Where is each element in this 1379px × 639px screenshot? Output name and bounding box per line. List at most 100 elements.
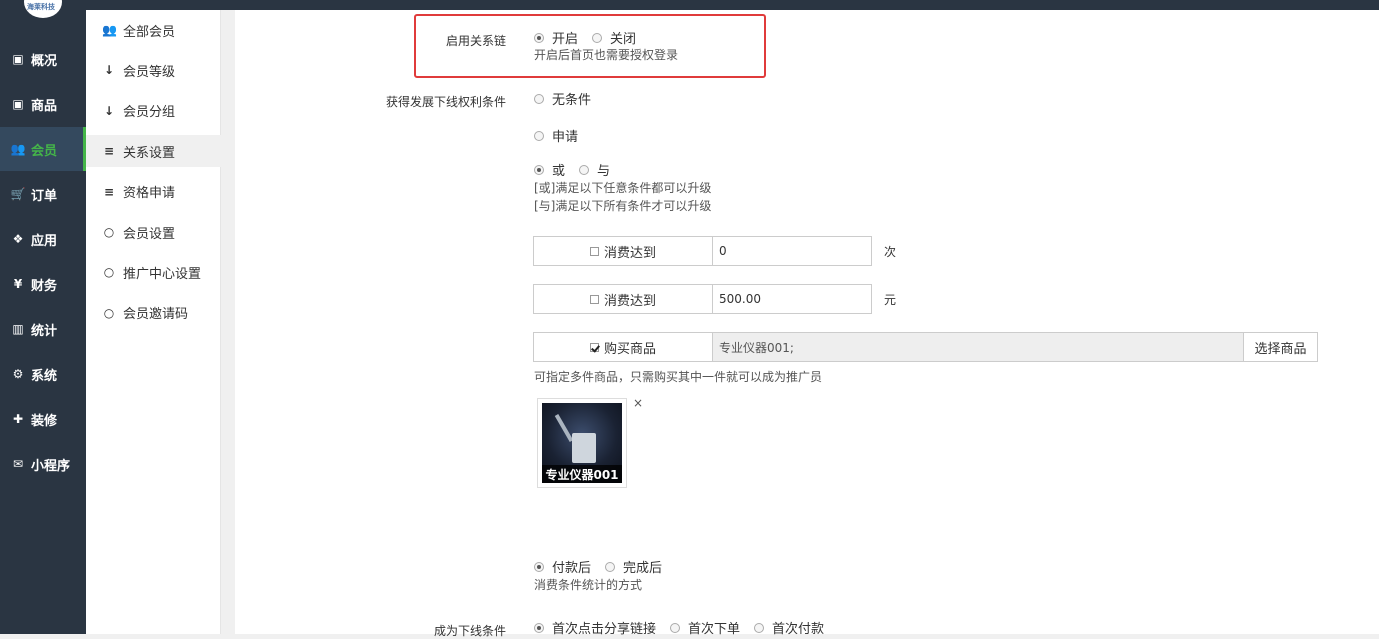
dashboard-icon: ▣ [12,52,24,66]
circle-icon: ○ [103,305,115,320]
chart-icon: ▥ [12,322,24,336]
condition-goods-label: 购买商品 [603,341,656,357]
sub-item-label: 会员邀请码 [123,307,189,323]
logic-and-radio[interactable] [579,164,590,175]
after-complete-radio[interactable] [605,561,616,572]
after-payment-radio[interactable] [534,561,544,572]
nav-item-8[interactable]: ✚ 装修 [0,397,86,441]
develop-none-option[interactable]: 无条件 [534,89,591,108]
sub-item-label: 关系设置 [123,145,176,161]
relation-chain-on-label[interactable]: 开启 [552,28,578,47]
nav-item-4[interactable]: ❖ 应用 [0,217,86,261]
relation-chain-off-label[interactable]: 关闭 [610,28,636,47]
consume-timing-hint: 消费条件统计的方式 [534,578,643,592]
condition-count-input[interactable]: 0 [713,236,872,266]
develop-none-radio[interactable] [534,93,544,104]
nav-item-label: 装修 [31,413,58,429]
remove-goods-icon[interactable]: × [633,396,643,410]
downline-condition-label: 成为下线条件 [433,624,506,638]
selected-goods-field: 专业仪器001; [713,332,1244,362]
develop-condition-label: 获得发展下线权利条件 [385,95,506,109]
nav-item-label: 系统 [31,368,58,384]
nav-item-9[interactable]: ✉ 小程序 [0,442,86,486]
develop-apply-radio[interactable] [534,130,544,141]
sub-item-7[interactable]: ○ 会员邀请码 [86,297,221,329]
sub-item-label: 推广中心设置 [123,266,202,282]
sort-alpha-icon: ↓ [103,103,115,118]
users-icon: 👥 [10,142,26,156]
nav-item-label: 订单 [31,188,58,204]
nav-item-2[interactable]: 👥 会员 [0,127,86,171]
logo[interactable]: 海莱科技 [24,0,62,18]
yen-icon: ¥ [13,277,23,291]
relation-chain-label: 启用关系链 [445,34,506,48]
condition-amount-checkbox[interactable] [589,294,599,304]
goods-thumbnail[interactable]: 专业仪器001 [537,398,627,488]
apps-icon: ❖ [12,232,24,246]
sliders-icon: ≡ [103,144,115,159]
logic-or-radio[interactable] [534,164,544,175]
cart-icon: 🛒 [10,187,26,201]
first-click-radio[interactable] [534,622,544,633]
nav-item-1[interactable]: ▣ 商品 [0,82,86,126]
condition-row-amount: 消费达到 500.00 [533,284,872,314]
condition-count-checkbox[interactable] [589,246,599,256]
select-goods-button[interactable]: 选择商品 [1244,332,1318,362]
nav-item-label: 商品 [31,98,58,114]
sub-item-label: 会员等级 [123,64,176,80]
logo-text: 海莱科技 [27,3,55,11]
after-payment-label[interactable]: 付款后 [552,557,591,576]
develop-none-label[interactable]: 无条件 [552,89,591,108]
logic-or-label[interactable]: 或 [552,160,565,179]
nav-item-7[interactable]: ⚙ 系统 [0,352,86,396]
condition-amount-checkbox-box[interactable]: 消费达到 [533,284,713,314]
sub-item-5[interactable]: ○ 会员设置 [86,216,221,248]
relation-chain-on-radio[interactable] [534,32,544,43]
sub-item-1[interactable]: ↓ 会员等级 [86,54,221,86]
nav-item-label: 统计 [31,323,58,339]
nav-item-label: 会员 [31,143,58,159]
sub-sidebar: 👥 全部会员 ↓ 会员等级 ↓ 会员分组 ≡ 关系设置 ≡ 资格申请 ○ 会员设置 ○ 推广中心设置 ○ 会员… [86,10,221,634]
condition-amount-label: 消费达到 [603,293,656,309]
sub-item-label: 资格申请 [123,186,176,202]
nav-item-label: 概况 [31,53,58,69]
sub-item-0[interactable]: 👥 全部会员 [86,14,221,46]
main-sidebar: 海莱科技 ▣ 概况 ▣ 商品 👥 会员 🛒 订单 ❖ 应用 ¥ 财务 ▥ 统计 ⚙ 系统 ✚ 装修 ✉ 小程序 [0,0,86,634]
first-payment-radio[interactable] [754,622,765,633]
condition-row-count: 消费达到 0 [533,236,872,266]
condition-amount-input[interactable]: 500.00 [713,284,872,314]
nav-item-6[interactable]: ▥ 统计 [0,307,86,351]
first-order-radio[interactable] [670,622,681,633]
sub-item-label: 会员设置 [123,226,176,242]
condition-goods-checkbox[interactable] [589,342,599,352]
circle-icon: ○ [103,225,115,239]
condition-count-label: 消费达到 [603,245,656,261]
develop-apply-option[interactable]: 申请 [534,126,578,145]
condition-row-goods: 购买商品 专业仪器001; 选择商品 [533,332,1318,362]
first-order-label[interactable]: 首次下单 [688,618,740,637]
relation-chain-options: 开启 关闭 [534,28,636,47]
goods-caption: 专业仪器001 [542,465,622,483]
sub-item-4[interactable]: ≡ 资格申请 [86,176,221,208]
develop-apply-label[interactable]: 申请 [552,126,578,145]
gavel-icon: ✚ [12,412,24,426]
nav-item-label: 应用 [31,233,58,249]
sub-item-3[interactable]: ≡ 关系设置 [86,135,221,168]
condition-goods-checkbox-box[interactable]: 购买商品 [533,332,713,362]
downline-condition-options: 首次点击分享链接 首次下单 首次付款 [534,618,824,637]
after-complete-label[interactable]: 完成后 [623,557,662,576]
condition-amount-unit: 元 [884,293,897,307]
nav-item-3[interactable]: 🛒 订单 [0,172,86,216]
condition-count-checkbox-box[interactable]: 消费达到 [533,236,713,266]
sub-item-2[interactable]: ↓ 会员分组 [86,95,221,127]
sliders-icon: ≡ [103,184,115,199]
users-icon: 👥 [102,23,117,37]
first-payment-label[interactable]: 首次付款 [772,618,824,637]
first-click-label[interactable]: 首次点击分享链接 [552,618,656,637]
relation-chain-off-radio[interactable] [592,32,603,43]
nav-item-0[interactable]: ▣ 概况 [0,37,86,81]
nav-item-5[interactable]: ¥ 财务 [0,262,86,306]
sub-item-6[interactable]: ○ 推广中心设置 [86,256,221,288]
nav-item-label: 财务 [31,278,58,294]
logic-and-label[interactable]: 与 [597,160,610,179]
